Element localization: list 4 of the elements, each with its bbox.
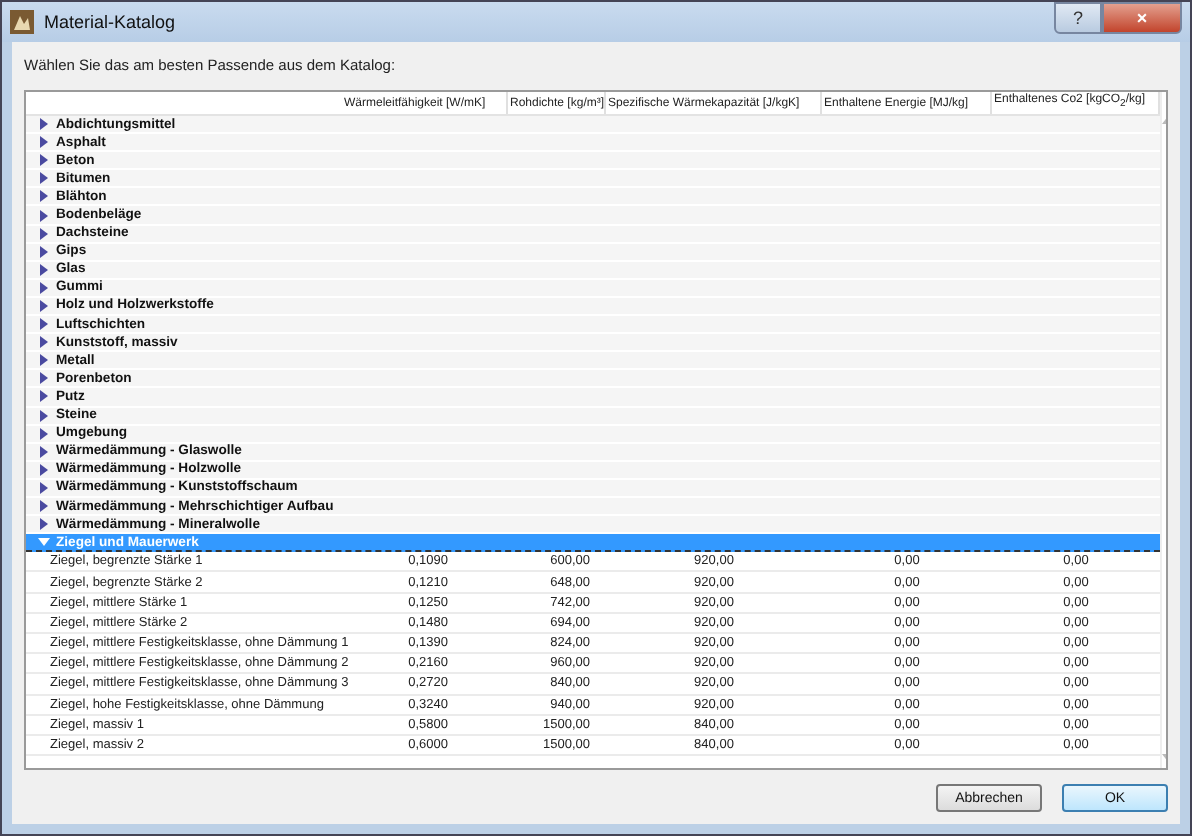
window-title: Material-Katalog <box>44 12 176 32</box>
app-icon <box>10 10 34 34</box>
help-button[interactable]: ? <box>1054 2 1102 34</box>
collapse-triangle-icon[interactable] <box>38 536 50 549</box>
